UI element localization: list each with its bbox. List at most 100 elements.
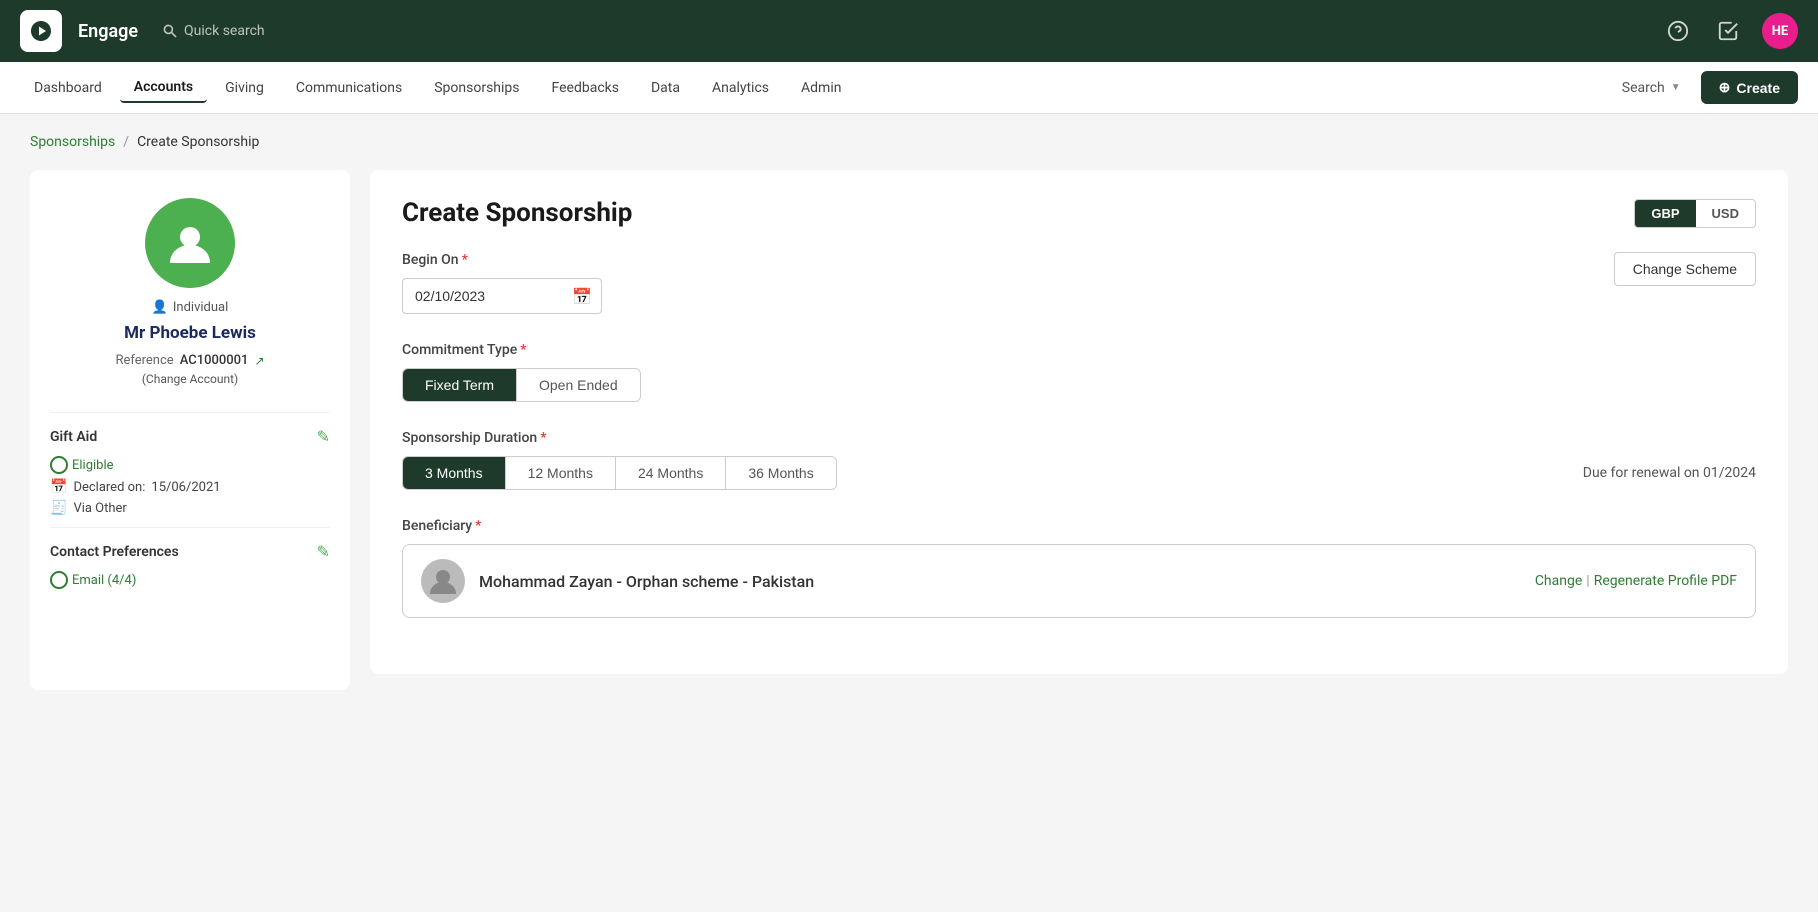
gift-aid-status-row: Eligible	[50, 456, 330, 474]
beneficiary-pdf-link[interactable]: Regenerate Profile PDF	[1594, 573, 1737, 589]
create-button[interactable]: ⊕ Create	[1701, 71, 1798, 104]
help-icon[interactable]	[1662, 15, 1694, 47]
open-ended-button[interactable]: Open Ended	[516, 369, 640, 401]
nav-giving[interactable]: Giving	[211, 74, 278, 102]
create-plus-icon: ⊕	[1719, 79, 1731, 96]
beneficiary-name: Mohammad Zayan - Orphan scheme - Pakista…	[479, 572, 814, 591]
nav-admin[interactable]: Admin	[787, 74, 855, 102]
currency-toggle: GBP USD	[1634, 199, 1756, 228]
form-card-header: Create Sponsorship GBP USD	[402, 198, 1756, 228]
gift-aid-title: Gift Aid	[50, 429, 97, 445]
nav-dashboard[interactable]: Dashboard	[20, 74, 116, 102]
beneficiary-change-link[interactable]: Change	[1535, 573, 1582, 589]
via-icon: 🧾	[50, 500, 67, 516]
duration-36months[interactable]: 36 Months	[725, 457, 835, 489]
begin-on-required: *	[462, 252, 468, 268]
beneficiary-avatar	[421, 559, 465, 603]
app-logo[interactable]	[20, 10, 62, 52]
quick-search-label: Quick search	[184, 23, 265, 39]
account-type: 👤 Individual	[152, 300, 229, 315]
duration-row: 3 Months 12 Months 24 Months 36 Months D…	[402, 456, 1756, 490]
email-pref-row: Email (4/4)	[50, 571, 330, 589]
breadcrumb-parent[interactable]: Sponsorships	[30, 134, 115, 150]
gift-aid-header: Gift Aid ✎	[50, 427, 330, 446]
breadcrumb: Sponsorships / Create Sponsorship	[30, 134, 1788, 150]
form-title: Create Sponsorship	[402, 198, 632, 228]
commitment-type-section: Commitment Type * Fixed Term Open Ended	[402, 342, 1756, 402]
currency-usd-button[interactable]: USD	[1696, 200, 1755, 227]
begin-on-label: Begin On *	[402, 252, 602, 268]
fixed-term-button[interactable]: Fixed Term	[403, 369, 516, 401]
contact-prefs-title: Contact Preferences	[50, 544, 179, 560]
email-pref-label: Email (4/4)	[72, 573, 136, 588]
create-label: Create	[1736, 80, 1780, 96]
search-chevron: ▼	[1671, 82, 1681, 93]
duration-3months[interactable]: 3 Months	[403, 457, 505, 489]
begin-on-section: Begin On * 📅 Change Scheme	[402, 252, 1756, 314]
gift-aid-section: Gift Aid ✎ Eligible 📅 Declared on: 15/06…	[50, 412, 330, 521]
nav-data[interactable]: Data	[637, 74, 694, 102]
topbar-right: HE	[1662, 13, 1798, 49]
ref-label: Reference	[115, 353, 173, 368]
renewal-note: Due for renewal on 01/2024	[1583, 465, 1756, 481]
declared-label: Declared on:	[73, 480, 145, 495]
person-icon: 👤	[152, 300, 168, 315]
navmenu: Dashboard Accounts Giving Communications…	[0, 62, 1818, 114]
search-label: Search	[1622, 80, 1665, 96]
navmenu-right: Search ▼ ⊕ Create	[1614, 71, 1798, 104]
beneficiary-separator: |	[1586, 573, 1589, 589]
duration-section: Sponsorship Duration * 3 Months 12 Month…	[402, 430, 1756, 490]
commitment-type-required: *	[520, 342, 526, 358]
commitment-type-label: Commitment Type *	[402, 342, 1756, 358]
duration-label: Sponsorship Duration *	[402, 430, 1756, 446]
change-scheme-button[interactable]: Change Scheme	[1614, 252, 1756, 286]
commitment-type-toggle: Fixed Term Open Ended	[402, 368, 641, 402]
external-link-icon[interactable]: ↗	[254, 354, 264, 368]
quick-search[interactable]: Quick search	[162, 23, 265, 39]
nav-communications[interactable]: Communications	[282, 74, 416, 102]
contact-prefs-edit-icon[interactable]: ✎	[317, 542, 330, 561]
contact-prefs-header: Contact Preferences ✎	[50, 542, 330, 561]
account-type-label: Individual	[173, 300, 228, 315]
account-sidebar: 👤 Individual Mr Phoebe Lewis Reference A…	[30, 170, 350, 690]
page-layout: 👤 Individual Mr Phoebe Lewis Reference A…	[30, 170, 1788, 690]
nav-feedbacks[interactable]: Feedbacks	[538, 74, 633, 102]
duration-toggle: 3 Months 12 Months 24 Months 36 Months	[402, 456, 837, 490]
nav-analytics[interactable]: Analytics	[698, 74, 783, 102]
breadcrumb-current: Create Sponsorship	[137, 134, 259, 150]
topbar: Engage Quick search HE	[0, 0, 1818, 62]
account-name: Mr Phoebe Lewis	[124, 323, 256, 343]
email-pref: Email (4/4)	[50, 571, 136, 589]
form-card: Create Sponsorship GBP USD Begin On *	[370, 170, 1788, 674]
duration-12months[interactable]: 12 Months	[505, 457, 615, 489]
gift-aid-edit-icon[interactable]: ✎	[317, 427, 330, 446]
via-row: 🧾 Via Other	[50, 500, 330, 516]
beneficiary-info: Mohammad Zayan - Orphan scheme - Pakista…	[421, 559, 814, 603]
begin-on-input[interactable]	[402, 278, 602, 314]
form-top-right: GBP USD	[1634, 199, 1756, 228]
duration-required: *	[540, 430, 546, 446]
account-avatar	[145, 198, 235, 288]
beneficiary-actions: Change | Regenerate Profile PDF	[1535, 573, 1737, 589]
account-reference: Reference AC1000001 ↗	[115, 353, 264, 368]
user-avatar[interactable]: HE	[1762, 13, 1798, 49]
duration-24months[interactable]: 24 Months	[615, 457, 725, 489]
nav-sponsorships[interactable]: Sponsorships	[420, 74, 533, 102]
beneficiary-card: Mohammad Zayan - Orphan scheme - Pakista…	[402, 544, 1756, 618]
via-label: Via Other	[73, 501, 126, 516]
calendar-icon: 📅	[50, 479, 67, 495]
app-name: Engage	[78, 21, 138, 42]
contact-prefs-section: Contact Preferences ✎ Email (4/4)	[50, 527, 330, 594]
declared-row: 📅 Declared on: 15/06/2021	[50, 479, 330, 495]
currency-gbp-button[interactable]: GBP	[1635, 200, 1695, 227]
nav-search[interactable]: Search ▼	[1614, 76, 1689, 100]
declared-date: 15/06/2021	[151, 480, 220, 495]
nav-accounts[interactable]: Accounts	[120, 73, 207, 103]
beneficiary-section: Beneficiary * Mohammad Zayan - Orphan sc…	[402, 518, 1756, 618]
tasks-icon[interactable]	[1712, 15, 1744, 47]
change-account-link[interactable]: (Change Account)	[142, 372, 238, 386]
main-content: Sponsorships / Create Sponsorship 👤 Indi…	[0, 114, 1818, 710]
beneficiary-required: *	[475, 518, 481, 534]
ref-value: AC1000001	[180, 353, 249, 368]
eligible-badge: Eligible	[50, 456, 114, 474]
